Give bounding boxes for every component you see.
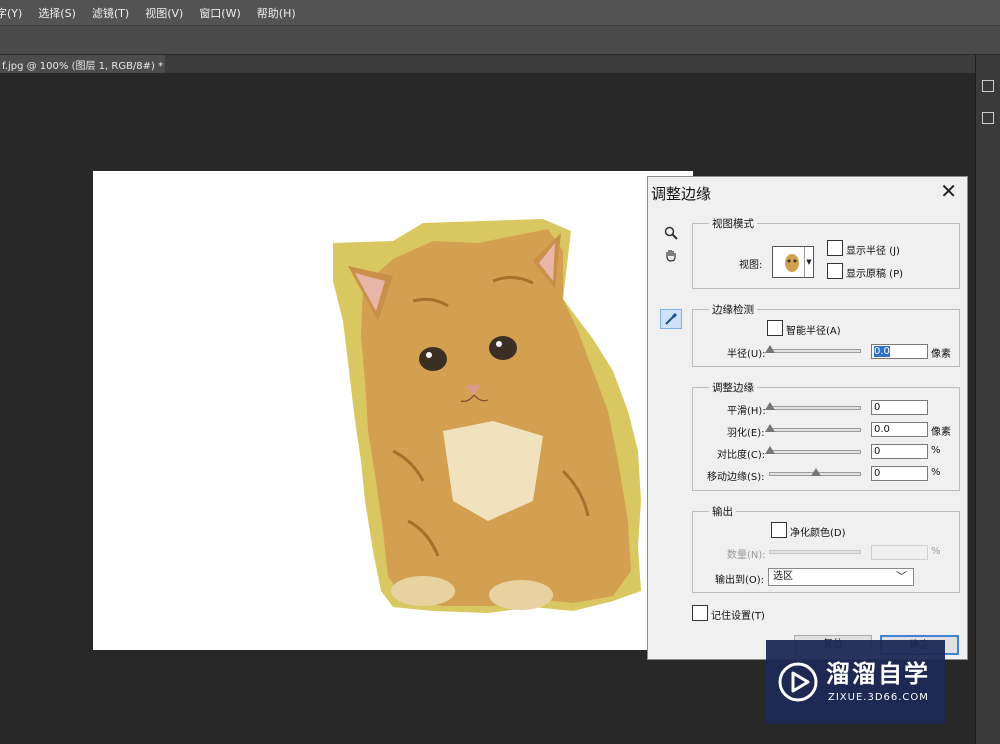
smooth-field[interactable]: 0 <box>871 400 928 415</box>
watermark-logo: 溜溜自学 ZIXUE.3D66.COM <box>766 640 945 724</box>
show-radius-checkbox[interactable] <box>827 240 843 256</box>
smooth-slider[interactable] <box>765 402 861 410</box>
shift-edge-slider[interactable] <box>769 468 861 476</box>
zoom-icon[interactable] <box>660 223 682 243</box>
contrast-slider[interactable] <box>765 446 861 454</box>
smart-radius-checkbox[interactable] <box>767 320 783 336</box>
shift-edge-label: 移动边缘(S): <box>707 472 765 483</box>
show-original-checkbox[interactable] <box>827 263 843 279</box>
document-canvas[interactable] <box>93 171 693 650</box>
watermark-subtitle: ZIXUE.3D66.COM <box>828 692 929 703</box>
view-mode-label: 视图模式 <box>709 216 757 231</box>
shift-edge-field[interactable]: 0 <box>871 466 928 481</box>
cat-photo <box>333 219 641 613</box>
document-tab-title: f.jpg @ 100% (图层 1, RGB/8#) * <box>2 60 164 72</box>
menu-item-filter[interactable]: 滤镜(T) <box>84 5 137 21</box>
document-tab-bar: f.jpg @ 100% (图层 1, RGB/8#) * × <box>0 55 985 73</box>
refine-radius-brush-icon[interactable] <box>660 309 682 329</box>
adjust-edge-label: 调整边缘 <box>709 380 757 395</box>
decontaminate-label: 净化颜色(D) <box>790 528 846 539</box>
options-bar <box>0 25 1000 55</box>
view-label: 视图: <box>739 260 763 271</box>
show-radius-label: 显示半径 (J) <box>846 246 900 257</box>
slider-thumb[interactable] <box>765 446 775 454</box>
chevron-down-icon: ﹀ <box>896 570 907 583</box>
remember-settings-label: 记住设置(T) <box>711 611 765 622</box>
amount-unit: % <box>931 546 941 557</box>
slider-thumb[interactable] <box>765 345 775 353</box>
play-logo-icon <box>778 662 818 702</box>
contrast-field[interactable]: 0 <box>871 444 928 459</box>
refine-edge-dialog: 调整边缘 ✕ 视图模式 视图: ▼ 显示半径 (J) 显示原稿 (P) 边缘检测… <box>647 176 968 660</box>
output-group: 输出 净化颜色(D) 数量(N): % 输出到(O): 选区 ﹀ <box>692 504 960 593</box>
watermark-title: 溜溜自学 <box>826 660 930 688</box>
dialog-title: 调整边缘 <box>651 185 712 203</box>
document-tab[interactable]: f.jpg @ 100% (图层 1, RGB/8#) * × <box>0 55 165 73</box>
menu-item-window[interactable]: 窗口(W) <box>191 5 248 21</box>
panel-dock-icon[interactable] <box>982 80 994 92</box>
radius-field[interactable]: 0.0 <box>871 344 928 359</box>
feather-slider[interactable] <box>765 424 861 432</box>
feather-label: 羽化(E): <box>727 428 765 439</box>
slider-thumb[interactable] <box>765 424 775 432</box>
output-to-select[interactable]: 选区 ﹀ <box>768 568 914 586</box>
radius-unit: 像素 <box>931 349 951 360</box>
menu-item-select[interactable]: 选择(S) <box>30 5 84 21</box>
view-mode-group: 视图模式 视图: ▼ 显示半径 (J) 显示原稿 (P) <box>692 216 960 289</box>
contrast-label: 对比度(C): <box>717 450 766 461</box>
slider-thumb[interactable] <box>811 468 821 476</box>
hand-icon[interactable] <box>660 245 682 265</box>
menu-item-type[interactable]: 字(Y) <box>0 5 30 21</box>
remember-settings-checkbox[interactable] <box>692 605 708 621</box>
amount-slider[interactable] <box>769 550 861 554</box>
output-to-label: 输出到(O): <box>715 575 765 586</box>
slider-thumb[interactable] <box>765 402 775 410</box>
shift-edge-unit: % <box>931 467 941 478</box>
smooth-label: 平滑(H): <box>727 406 766 417</box>
edge-detection-group: 边缘检测 智能半径(A) 半径(U): 0.0 像素 <box>692 302 960 367</box>
chevron-down-icon[interactable]: ▼ <box>804 247 813 277</box>
view-mode-picker[interactable]: ▼ <box>772 246 814 278</box>
decontaminate-checkbox[interactable] <box>771 522 787 538</box>
amount-field[interactable] <box>871 545 928 560</box>
right-panel-dock <box>975 55 1000 744</box>
output-label: 输出 <box>709 504 736 519</box>
radius-label: 半径(U): <box>727 349 766 360</box>
menu-bar: 字(Y) 选择(S) 滤镜(T) 视图(V) 窗口(W) 帮助(H) <box>0 0 1000 25</box>
panel-dock-icon[interactable] <box>982 112 994 124</box>
feather-unit: 像素 <box>931 427 951 438</box>
contrast-unit: % <box>931 445 941 456</box>
show-original-label: 显示原稿 (P) <box>846 269 904 280</box>
amount-label: 数量(N): <box>727 550 766 561</box>
feather-field[interactable]: 0.0 <box>871 422 928 437</box>
menu-item-help[interactable]: 帮助(H) <box>249 5 304 21</box>
close-icon[interactable]: ✕ <box>940 179 957 203</box>
smart-radius-label: 智能半径(A) <box>786 326 841 337</box>
radius-slider[interactable] <box>765 345 861 353</box>
menu-item-view[interactable]: 视图(V) <box>137 5 191 21</box>
edge-detection-label: 边缘检测 <box>709 302 757 317</box>
adjust-edge-group: 调整边缘 平滑(H): 0 羽化(E): 0.0 像素 对比度(C): 0 % … <box>692 380 960 491</box>
